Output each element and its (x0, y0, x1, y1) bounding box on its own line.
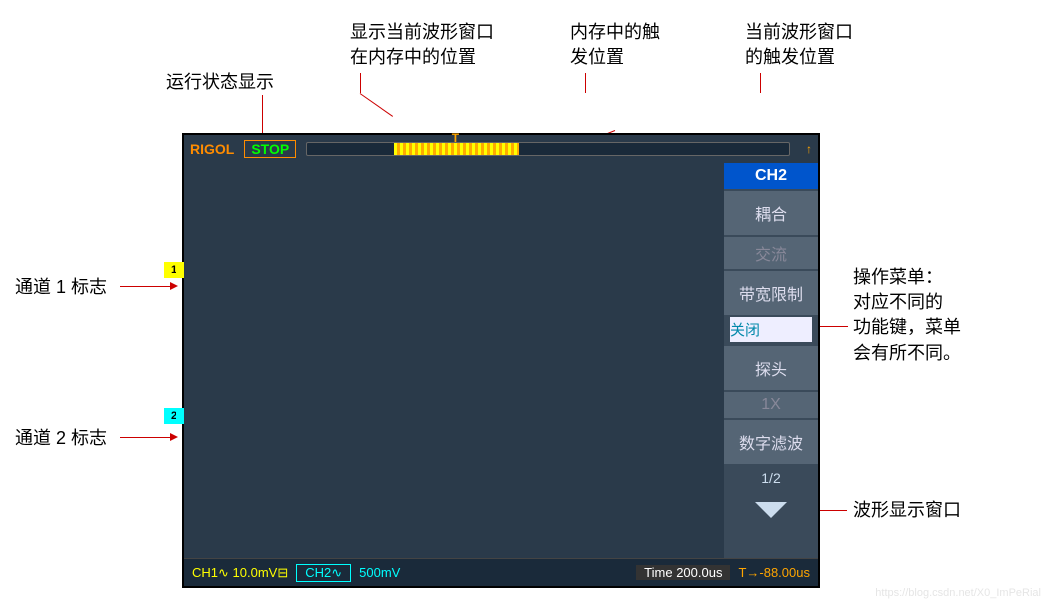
menu-bandwidth[interactable]: 带宽限制 (724, 271, 818, 315)
menu-digital-filter[interactable]: 数字滤波 (724, 420, 818, 464)
pointer-line (760, 73, 761, 93)
pointer-line (360, 73, 361, 93)
scope-header: RIGOL STOP T ↑ (184, 135, 818, 163)
annot-wave-window: 波形显示窗口 (853, 498, 961, 523)
memory-trigger-marker: T (452, 131, 459, 145)
pointer-line (120, 286, 175, 287)
footer-ch2-scale: 500mV (351, 565, 408, 580)
footer-trigger-pos: T→-88.00us (730, 565, 818, 580)
annot-cur-trigger: 当前波形窗口 的触发位置 (745, 20, 853, 70)
pointer-arrow (170, 282, 178, 290)
annot-menu: 操作菜单： 对应不同的 功能键，菜单 会有所不同。 (853, 265, 961, 366)
pointer-line (360, 93, 393, 117)
menu-coupling-value: 交流 (724, 237, 818, 269)
menu-channel-header: CH2 (724, 163, 818, 189)
ch2-marker: 2 (164, 408, 184, 424)
menu-bandwidth-value: 关闭 (730, 317, 812, 342)
ch1-marker: 1 (164, 262, 184, 278)
pointer-line (585, 73, 586, 93)
memory-bar: T (306, 142, 790, 156)
brand-label: RIGOL (184, 141, 240, 157)
menu-coupling[interactable]: 耦合 (724, 191, 818, 235)
menu-probe[interactable]: 探头 (724, 346, 818, 390)
annot-ch2-marker: 通道 2 标志 (15, 426, 107, 451)
annot-run-status: 运行状态显示 (166, 70, 274, 95)
oscilloscope-screen: RIGOL STOP T ↑ 1 2 (182, 133, 820, 588)
trigger-slope-icon: ↑ (800, 142, 818, 156)
annot-mem-window: 显示当前波形窗口 在内存中的位置 (350, 20, 494, 70)
menu-page-indicator: 1/2 (724, 464, 818, 492)
menu-next-page[interactable] (724, 492, 818, 533)
footer-ch2-label: CH2∿ (296, 564, 351, 582)
footer-timebase: Time 200.0us (636, 565, 730, 580)
pointer-line (120, 437, 175, 438)
arrow-down-icon (751, 498, 791, 522)
scope-footer: CH1∿ 10.0mV⊟ CH2∿ 500mV Time 200.0us T→-… (184, 558, 818, 586)
pointer-line (262, 95, 263, 135)
watermark: https://blog.csdn.net/X0_ImPeRial (875, 587, 1041, 599)
footer-ch1-scale: CH1∿ 10.0mV⊟ (184, 565, 296, 581)
annot-ch1-marker: 通道 1 标志 (15, 275, 107, 300)
pointer-arrow (170, 433, 178, 441)
annot-mem-trigger: 内存中的触 发位置 (570, 20, 660, 70)
menu-probe-value: 1X (724, 392, 818, 418)
run-status: STOP (244, 140, 296, 158)
side-menu: CH2 耦合 交流 带宽限制 关闭 探头 1X 数字滤波 1/2 (724, 163, 818, 558)
